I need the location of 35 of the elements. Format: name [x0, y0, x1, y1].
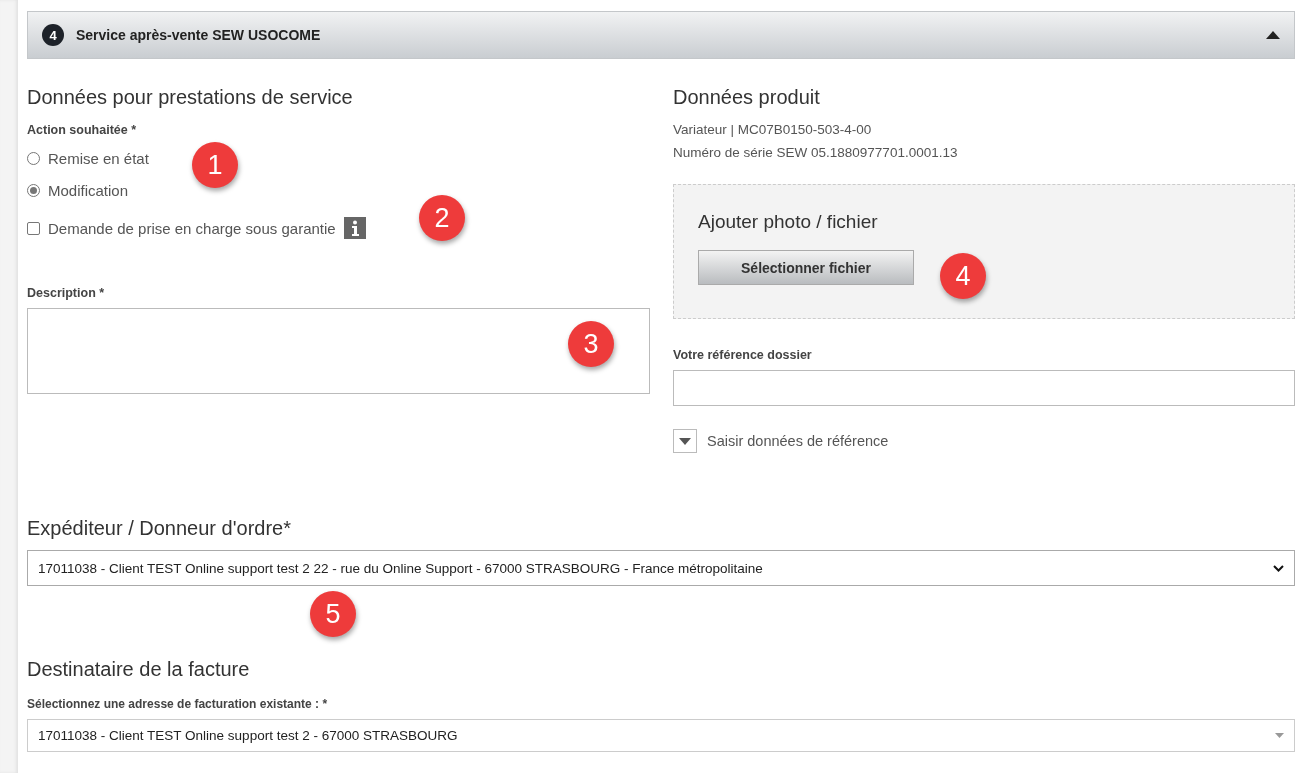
info-icon[interactable]: [343, 217, 366, 239]
callout-badge: 5: [310, 591, 356, 637]
checkbox[interactable]: [27, 221, 40, 235]
step-number: 4: [42, 24, 64, 46]
chevron-down-icon: [1273, 564, 1284, 572]
upload-title: Ajouter photo / fichier: [698, 211, 879, 233]
warranty-checkbox[interactable]: Demande de prise en charge sous garantie: [27, 217, 366, 239]
description-field[interactable]: [27, 308, 650, 394]
section-heading: Destinataire de la facture: [27, 658, 251, 681]
expand-toggle[interactable]: [673, 429, 697, 453]
reference-field[interactable]: [673, 370, 1295, 406]
callout-badge: 3: [568, 321, 614, 367]
section-heading: Expéditeur / Donneur d'ordre*: [27, 517, 292, 540]
product-info: Variateur | MC07B0150-503-4-00: [673, 122, 873, 137]
billing-select[interactable]: 17011038 - Client TEST Online support test 2 - 67000 STRASBOURG: [27, 719, 1295, 752]
toggle-label: Saisir données de référence: [707, 433, 889, 449]
section-title: Service après-vente SEW USOCOME: [76, 27, 322, 43]
callout-badge: 1: [192, 142, 238, 188]
field-label: Action souhaitée *: [27, 123, 138, 137]
product-info: Numéro de série SEW 05.1880977701.0001.13: [673, 145, 959, 160]
collapse-icon[interactable]: [1266, 31, 1280, 39]
select-file-button[interactable]: Sélectionner fichier: [698, 250, 914, 285]
caret-icon: [679, 437, 691, 445]
callout-badge: 4: [940, 253, 986, 299]
radio-option[interactable]: Remise en état: [27, 147, 149, 169]
section-heading: Données produit: [673, 86, 821, 109]
caret-icon: [1275, 733, 1284, 738]
section-header[interactable]: 4 Service après-vente SEW USOCOME: [27, 11, 1295, 59]
field-label: Sélectionnez une adresse de facturation existante : *: [27, 697, 329, 711]
field-label: Votre référence dossier: [673, 348, 813, 362]
section-heading: Données pour prestations de service: [27, 86, 354, 109]
field-label: Description *: [27, 286, 106, 300]
radio-option[interactable]: Modification: [27, 179, 129, 201]
sender-select[interactable]: 17011038 - Client TEST Online support test 2 22 - rue du Online Support - 67000 STRASBOURG - France métropolitaine: [27, 550, 1295, 586]
callout-badge: 2: [419, 195, 465, 241]
